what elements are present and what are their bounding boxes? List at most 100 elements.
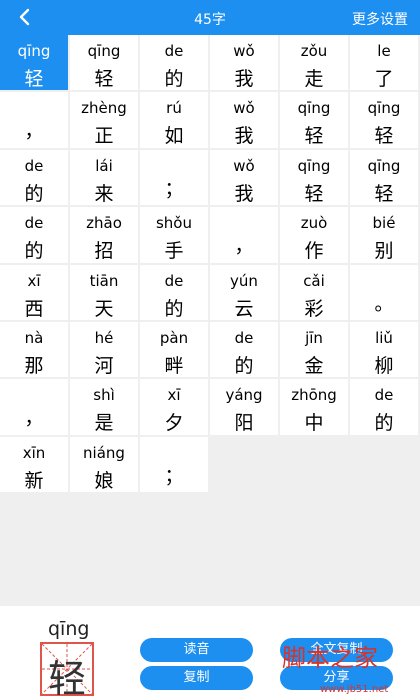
character-grid: qīng 轻 qīng 轻 de 的 wǒ 我 zǒu 走 le 了 ， zhèng 正 rú 如 wǒ 我 qīng… [0, 35, 420, 495]
cell-pinyin: wǒ [233, 156, 255, 175]
char-cell[interactable]: tiān 天 [70, 264, 140, 322]
char-cell[interactable]: zhèng 正 [70, 92, 140, 150]
cell-hanzi: 天 [94, 297, 114, 320]
cell-pinyin: bié [372, 214, 396, 233]
char-cell[interactable]: 。 [350, 264, 420, 322]
char-cell[interactable]: shǒu 手 [140, 207, 210, 265]
cell-pinyin: cǎi [303, 271, 325, 290]
cell-hanzi: 我 [234, 68, 254, 90]
cell-pinyin: hé [94, 328, 114, 347]
char-cell[interactable]: zhāo 招 [70, 207, 140, 265]
cell-hanzi: 招 [94, 240, 114, 263]
cell-pinyin: pàn [159, 328, 189, 347]
char-cell[interactable]: xīn 新 [0, 436, 70, 495]
cell-punctuation: ， [234, 235, 254, 258]
cell-pinyin: de [374, 386, 394, 405]
char-cell[interactable]: jīn 金 [280, 321, 350, 380]
char-cell[interactable]: hé 河 [70, 321, 140, 380]
char-cell[interactable]: ， [0, 379, 70, 437]
watermark-url: www.jb51.net [320, 684, 389, 695]
char-cell[interactable]: zhōng 中 [280, 379, 350, 437]
char-cell[interactable]: de 的 [350, 379, 420, 437]
cell-hanzi: 来 [94, 182, 114, 205]
cell-hanzi: 中 [304, 412, 324, 435]
empty-cell [350, 436, 420, 495]
cell-hanzi: 彩 [304, 297, 324, 320]
more-settings-button[interactable]: 更多设置 [352, 9, 408, 29]
empty-cell [210, 436, 280, 495]
cell-hanzi: 如 [164, 125, 184, 148]
cell-hanzi: 夕 [164, 412, 184, 435]
char-cell[interactable]: de 的 [0, 149, 70, 208]
cell-hanzi: 轻 [304, 125, 324, 148]
char-cell[interactable]: niáng 娘 [70, 436, 140, 495]
char-cell[interactable]: le 了 [350, 35, 420, 93]
preview-char-box: 轻 [40, 642, 94, 700]
cell-pinyin: rú [166, 99, 182, 118]
cell-pinyin: qīng [297, 156, 331, 175]
cell-pinyin: zuò [300, 214, 328, 233]
cell-pinyin: lái [95, 156, 113, 175]
cell-pinyin: de [234, 328, 254, 347]
char-cell[interactable]: wǒ 我 [210, 149, 280, 208]
char-cell[interactable]: nà 那 [0, 321, 70, 380]
empty-cell [280, 436, 350, 495]
char-cell[interactable]: ； [140, 149, 210, 208]
char-cell[interactable]: ， [210, 207, 280, 265]
cell-pinyin: xī [27, 271, 41, 290]
char-cell[interactable]: qīng 轻 [350, 92, 420, 150]
char-cell[interactable]: zǒu 走 [280, 35, 350, 93]
cell-pinyin: de [164, 42, 184, 60]
char-cell[interactable]: qīng 轻 [280, 92, 350, 150]
cell-hanzi: 的 [24, 182, 44, 205]
char-cell[interactable]: de 的 [210, 321, 280, 380]
read-aloud-button[interactable]: 读音 [140, 638, 253, 662]
char-cell[interactable]: qīng 轻 [0, 35, 70, 93]
char-cell[interactable]: rú 如 [140, 92, 210, 150]
cell-pinyin: zhōng [291, 386, 337, 405]
cell-hanzi: 走 [304, 68, 324, 90]
cell-pinyin: qīng [17, 42, 51, 60]
char-cell[interactable]: shì 是 [70, 379, 140, 437]
watermark-logo: 脚本之家 [282, 644, 378, 672]
char-cell[interactable]: qīng 轻 [70, 35, 140, 93]
char-cell[interactable]: wǒ 我 [210, 35, 280, 93]
char-cell[interactable]: ； [140, 436, 210, 495]
cell-pinyin: zhāo [86, 214, 122, 233]
cell-hanzi: 作 [304, 240, 324, 263]
char-cell[interactable]: ， [0, 92, 70, 150]
copy-button[interactable]: 复制 [140, 666, 253, 690]
char-cell[interactable]: wǒ 我 [210, 92, 280, 150]
char-cell[interactable]: de 的 [0, 207, 70, 265]
char-cell[interactable]: liǔ 柳 [350, 321, 420, 380]
char-cell[interactable]: yáng 阳 [210, 379, 280, 437]
cell-pinyin: liǔ [375, 328, 393, 347]
cell-pinyin: jīn [305, 328, 323, 347]
char-cell[interactable]: cǎi 彩 [280, 264, 350, 322]
char-cell[interactable]: bié 别 [350, 207, 420, 265]
char-cell[interactable]: xī 西 [0, 264, 70, 322]
cell-pinyin: yáng [225, 386, 263, 405]
cell-hanzi: 别 [374, 240, 394, 263]
char-cell[interactable]: lái 来 [70, 149, 140, 208]
cell-pinyin: de [24, 156, 44, 175]
cell-hanzi: 轻 [94, 68, 114, 90]
char-cell[interactable]: yún 云 [210, 264, 280, 322]
cell-hanzi: 的 [374, 412, 394, 435]
cell-pinyin: niáng [83, 443, 125, 462]
cell-hanzi: 手 [164, 240, 184, 263]
char-cell[interactable]: zuò 作 [280, 207, 350, 265]
cell-hanzi: 我 [234, 182, 254, 205]
char-cell[interactable]: qīng 轻 [280, 149, 350, 208]
cell-pinyin: qīng [87, 42, 121, 60]
char-cell[interactable]: de 的 [140, 35, 210, 93]
cell-hanzi: 轻 [304, 182, 324, 205]
char-cell[interactable]: xī 夕 [140, 379, 210, 437]
cell-hanzi: 新 [24, 469, 44, 492]
cell-pinyin: xī [167, 386, 181, 405]
cell-pinyin: tiān [89, 271, 119, 290]
char-cell[interactable]: pàn 畔 [140, 321, 210, 380]
char-cell[interactable]: qīng 轻 [350, 149, 420, 208]
char-cell[interactable]: de 的 [140, 264, 210, 322]
cell-pinyin: nà [24, 328, 44, 347]
